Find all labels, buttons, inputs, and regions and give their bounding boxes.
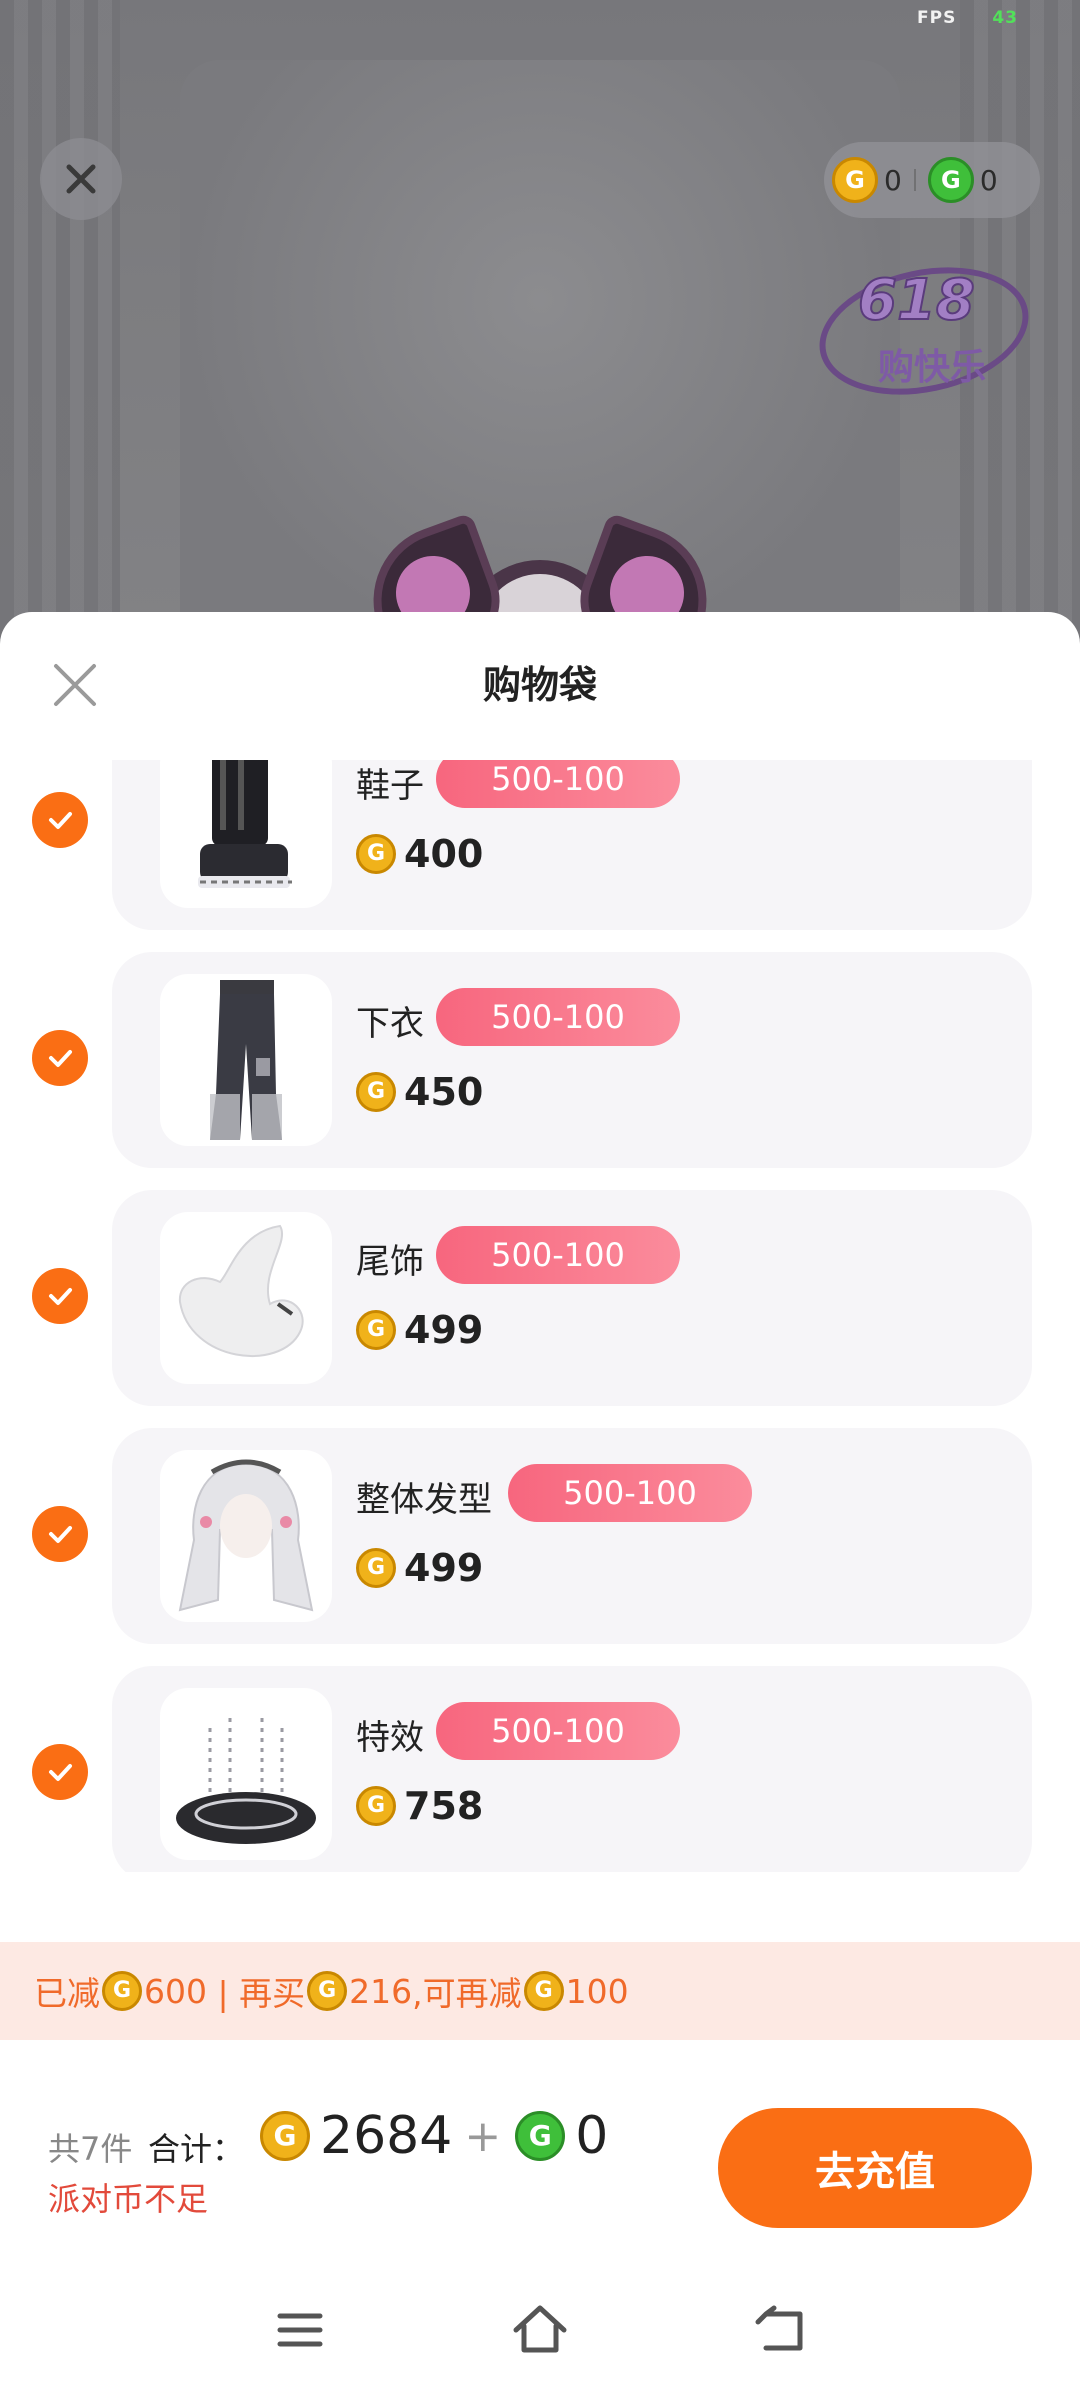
event-badge-number: 618: [857, 267, 976, 334]
gold-coin-icon: G: [356, 1548, 396, 1588]
sum-label: 合计：: [148, 2130, 245, 2168]
cart-item-card[interactable]: 鞋子 500-100 G 400: [112, 760, 1032, 930]
price-amount: 499: [404, 1308, 484, 1352]
cart-item-row[interactable]: 下衣 500-100 G 450: [0, 952, 1080, 1168]
buy-more-amount: 216: [349, 1971, 413, 2011]
order-total: G 2684 + G 0: [260, 2106, 620, 2166]
fps-label: FPS: [917, 8, 957, 28]
cart-item-row[interactable]: 鞋子 500-100 G 400: [0, 760, 1080, 930]
item-price: G 400: [356, 832, 483, 876]
shopping-bag-sheet: 购物袋 鞋子 500-100 G 400 下衣 500-100 G 450 尾饰…: [0, 612, 1080, 2400]
green-balance: 0: [979, 163, 998, 197]
item-count: 共7件: [48, 2130, 133, 2168]
item-checkbox[interactable]: [32, 1506, 88, 1562]
cart-item-card[interactable]: 特效 500-100 G 758: [112, 1666, 1032, 1872]
item-checkbox[interactable]: [32, 1030, 88, 1086]
tail-thumbnail: [160, 1212, 332, 1384]
gold-balance: 0: [884, 163, 902, 197]
cart-item-card[interactable]: 尾饰 500-100 G 499: [112, 1190, 1032, 1406]
item-checkbox[interactable]: [32, 1268, 88, 1324]
price-amount: 758: [404, 1784, 484, 1828]
reduced-label: 已减: [34, 1974, 100, 2013]
gold-total: 2684: [320, 2106, 453, 2166]
cart-item-card[interactable]: 整体发型 500-100 G 499: [112, 1428, 1032, 1644]
gold-coin-icon: G: [260, 2111, 310, 2161]
item-price: G 758: [356, 1784, 483, 1828]
discount-tag: 500-100: [436, 760, 680, 808]
more-discount-label: ,可再减: [412, 1974, 522, 2013]
green-total: 0: [575, 2106, 609, 2166]
insufficient-funds-warning: 派对币不足: [48, 2180, 209, 2218]
reduced-amount: 600: [144, 1971, 207, 2011]
gold-coin-icon: G: [832, 157, 878, 203]
currency-balance-pill[interactable]: G 0 G 0: [824, 142, 1040, 218]
divider: [913, 169, 916, 191]
checkout-footer: 共7件 合计： G 2684 + G 0 派对币不足 去充值: [0, 2040, 1080, 2400]
discount-tag: 500-100: [508, 1464, 752, 1522]
item-name: 下衣: [356, 1004, 424, 1044]
gold-coin-icon: G: [102, 1971, 142, 2011]
menu-button[interactable]: [270, 2300, 330, 2360]
cart-item-row[interactable]: 尾饰 500-100 G 499: [0, 1190, 1080, 1406]
checkmark-icon: [49, 1526, 72, 1543]
checkmark-icon: [49, 1288, 72, 1305]
plus-sign: +: [464, 2110, 502, 2162]
effect-thumbnail: [160, 1688, 332, 1860]
event-badge-text: 购快乐: [878, 347, 987, 388]
shoes-thumbnail: [160, 760, 332, 908]
gold-coin-icon: G: [356, 1072, 396, 1112]
back-button[interactable]: [752, 2300, 812, 2360]
home-button[interactable]: [510, 2300, 570, 2360]
item-price: G 499: [356, 1308, 483, 1352]
gold-coin-icon: G: [523, 1971, 564, 2011]
discount-tag: 500-100: [436, 1702, 680, 1760]
pants-thumbnail: [160, 974, 332, 1146]
gold-coin-icon: G: [356, 1786, 396, 1826]
back-icon: [755, 2305, 803, 2351]
cart-item-row[interactable]: 整体发型 500-100 G 499: [0, 1428, 1080, 1644]
close-icon: [66, 164, 96, 194]
checkmark-icon: [49, 1764, 72, 1781]
cart-item-row[interactable]: 特效 500-100 G 758: [0, 1666, 1080, 1872]
item-name: 尾饰: [356, 1242, 424, 1282]
menu-icon: [277, 2313, 323, 2347]
home-icon: [513, 2305, 567, 2353]
curtain-left: [0, 0, 120, 640]
close-scene-button[interactable]: [40, 138, 122, 220]
cart-item-list[interactable]: 鞋子 500-100 G 400 下衣 500-100 G 450 尾饰 500…: [0, 760, 1080, 1872]
item-name: 特效: [356, 1718, 424, 1758]
fps-value: 43: [992, 8, 1018, 28]
event-618-badge[interactable]: 618 购快乐: [807, 249, 1041, 413]
discount-tag: 500-100: [436, 988, 680, 1046]
item-checkbox[interactable]: [32, 1744, 88, 1800]
gold-coin-icon: G: [356, 1310, 396, 1350]
price-amount: 499: [404, 1546, 484, 1590]
gold-coin-icon: G: [307, 1971, 348, 2011]
price-amount: 400: [404, 832, 484, 876]
green-coin-icon: G: [515, 2111, 566, 2161]
system-navigation-bar: [0, 2280, 1080, 2400]
checkmark-icon: [49, 1050, 72, 1067]
checkmark-icon: [49, 812, 72, 829]
gold-coin-icon: G: [356, 834, 396, 874]
discount-tag: 500-100: [436, 1226, 680, 1284]
green-coin-icon: G: [927, 157, 974, 203]
sheet-title: 购物袋: [482, 663, 597, 707]
more-discount-amount: 100: [565, 1971, 629, 2011]
item-price: G 499: [356, 1546, 483, 1590]
fps-counter: FPS 43: [917, 8, 1018, 28]
price-amount: 450: [404, 1070, 484, 1114]
item-price: G 450: [356, 1070, 483, 1114]
cart-item-card[interactable]: 下衣 500-100 G 450: [112, 952, 1032, 1168]
hairstyle-thumbnail: [160, 1450, 332, 1622]
discount-summary-bar: 已减 G 600 | 再买 G 216 ,可再减 G 100: [0, 1942, 1080, 2040]
item-name: 鞋子: [356, 766, 424, 806]
item-checkbox[interactable]: [32, 792, 88, 848]
buy-more-label: | 再买: [207, 1974, 306, 2013]
recharge-button[interactable]: 去充值: [718, 2108, 1032, 2228]
item-name: 整体发型: [356, 1480, 492, 1520]
